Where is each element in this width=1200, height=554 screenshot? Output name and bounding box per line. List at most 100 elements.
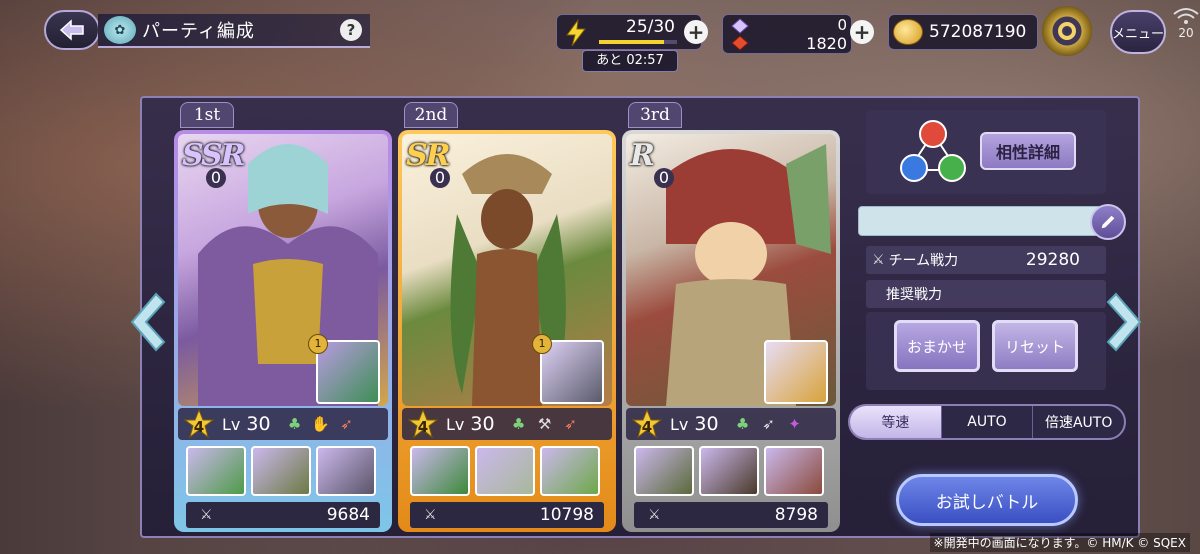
rank-badge: 4 (631, 408, 663, 439)
stamina-fill (599, 40, 664, 44)
party-name-field[interactable] (858, 206, 1106, 236)
arrow-left-icon (59, 19, 84, 41)
member-power: ⚔ 10798 (410, 502, 604, 528)
member-power-value: 9684 (326, 505, 370, 525)
free-gem-icon (731, 18, 749, 34)
stats-row: 4 Lv 30 ♣ ✋ ➶ (178, 408, 388, 440)
menu-button[interactable]: メニュー (1110, 10, 1166, 54)
order-label: 2nd (404, 102, 458, 128)
support-members (402, 440, 612, 496)
sword-icon: ⚔ (648, 507, 661, 523)
paid-gem-icon (731, 35, 749, 51)
support-slot-1[interactable] (186, 446, 246, 496)
team-power-row: ⚔ チーム戦力 29280 (866, 246, 1106, 274)
gear-icon (1058, 22, 1076, 40)
speed-auto-option[interactable]: AUTO (942, 406, 1034, 438)
page-title: パーティ編成 (142, 21, 255, 42)
attribute-icons: ♣ ➶ ✦ (733, 414, 805, 434)
signal-value: 20 (1178, 26, 1194, 40)
attribute-icons: ♣ ✋ ➶ (285, 414, 357, 434)
support-slot-1[interactable] (634, 446, 694, 496)
affinity-panel: 相性詳細 (866, 110, 1106, 194)
rarity-label: R (630, 138, 655, 173)
support-slot-2[interactable] (475, 446, 535, 496)
reset-button[interactable]: リセット (992, 320, 1078, 372)
stats-row: 4 Lv 30 ♣ ⚒ ➶ (402, 408, 612, 440)
affinity-detail-button[interactable]: 相性詳細 (980, 132, 1076, 170)
settings-gear-button[interactable] (1042, 6, 1092, 56)
back-button[interactable] (44, 10, 100, 50)
equipped-summon-card[interactable] (764, 340, 828, 404)
character-portrait[interactable]: R 0 (626, 134, 836, 406)
stamina-value: 25/30 (626, 17, 675, 37)
element-affinity-icon (900, 120, 966, 182)
support-slot-3[interactable] (540, 446, 600, 496)
stamina-display: 25/30 (556, 14, 702, 50)
title-bar: ✿ パーティ編成 ? (98, 14, 370, 48)
help-icon[interactable]: ? (340, 19, 362, 41)
free-gem-count: 0 (837, 16, 847, 34)
team-power-label: チーム戦力 (888, 253, 959, 269)
clover-icon: ♣ (287, 415, 302, 433)
support-members (178, 440, 388, 496)
party-emblem-icon: ✿ (104, 16, 136, 44)
member-power-value: 10798 (539, 505, 594, 525)
character-portrait[interactable]: SR 0 1 (402, 134, 612, 406)
member-power-value: 8798 (774, 505, 818, 525)
next-party-arrow-icon[interactable] (1102, 290, 1146, 354)
rarity-level: 0 (206, 168, 226, 188)
support-members (626, 440, 836, 496)
prev-party-arrow-icon[interactable] (126, 290, 170, 354)
bow-icon: ➶ (762, 415, 775, 433)
stamina-timer: あと 02:57 (582, 50, 678, 72)
equipped-summon-card[interactable]: 1 (532, 334, 604, 404)
support-slot-3[interactable] (316, 446, 376, 496)
rank-value: 4 (641, 418, 653, 436)
claw-icon: ✋ (311, 415, 330, 433)
rarity-level: 0 (654, 168, 674, 188)
add-stamina-button[interactable]: + (684, 20, 708, 44)
support-slot-2[interactable] (699, 446, 759, 496)
rank-badge: 4 (407, 408, 439, 439)
support-slot-2[interactable] (251, 446, 311, 496)
support-slot-3[interactable] (764, 446, 824, 496)
party-member-card-1[interactable]: 1st SSR 0 1 4 Lv 30 ♣ ✋ ➶ ⚔ 9684 (174, 102, 392, 532)
rank-value: 4 (193, 418, 205, 436)
member-power: ⚔ 8798 (634, 502, 828, 528)
equipped-summon-card[interactable]: 1 (308, 334, 380, 404)
summon-level-badge: 1 (532, 334, 552, 354)
level-value: 30 (470, 413, 495, 435)
rarity-level: 0 (430, 168, 450, 188)
coin-count: 572087190 (929, 22, 1027, 42)
summon-level-badge: 1 (308, 334, 328, 354)
character-portrait[interactable]: SSR 0 1 (178, 134, 388, 406)
level-label: Lv (222, 414, 241, 434)
gem-display: 0 1820 (722, 14, 852, 54)
speed-normal-option[interactable]: 等速 (850, 406, 942, 438)
add-gem-button[interactable]: + (850, 20, 874, 44)
edit-name-button[interactable] (1090, 204, 1126, 240)
trial-battle-button[interactable]: お試しバトル (896, 474, 1078, 526)
clover-icon: ♣ (511, 415, 526, 433)
sword-icon: ⚔ (200, 507, 213, 523)
bow-icon: ➶ (564, 415, 577, 433)
party-member-card-2[interactable]: 2nd SR 0 1 4 Lv 30 ♣ ⚒ ➶ ⚔ 10798 (398, 102, 616, 532)
team-power-value: 29280 (1025, 250, 1080, 270)
recommended-power-row: 推奨戦力 (866, 280, 1106, 308)
pencil-icon (1101, 215, 1115, 229)
stamina-bar (599, 40, 677, 44)
sword-icon: ⚔ (872, 252, 885, 268)
clover-icon: ♣ (735, 415, 750, 433)
battle-speed-selector: 等速 AUTO 倍速AUTO (848, 404, 1126, 440)
speed-double-auto-option[interactable]: 倍速AUTO (1033, 406, 1124, 438)
stats-row: 4 Lv 30 ♣ ➶ ✦ (626, 408, 836, 440)
auto-select-button[interactable]: おまかせ (894, 320, 980, 372)
copyright-notice: ※開発中の画面になります。© HM/K © SQEX (929, 533, 1190, 552)
paid-gem-count: 1820 (806, 34, 847, 53)
sword-icon: ⚔ (424, 507, 437, 523)
support-slot-1[interactable] (410, 446, 470, 496)
level-label: Lv (446, 414, 465, 434)
party-member-card-3[interactable]: 3rd R 0 4 Lv 30 ♣ ➶ ✦ ⚔ 8798 (622, 102, 840, 532)
rank-value: 4 (417, 418, 429, 436)
attribute-icons: ♣ ⚒ ➶ (509, 414, 581, 434)
